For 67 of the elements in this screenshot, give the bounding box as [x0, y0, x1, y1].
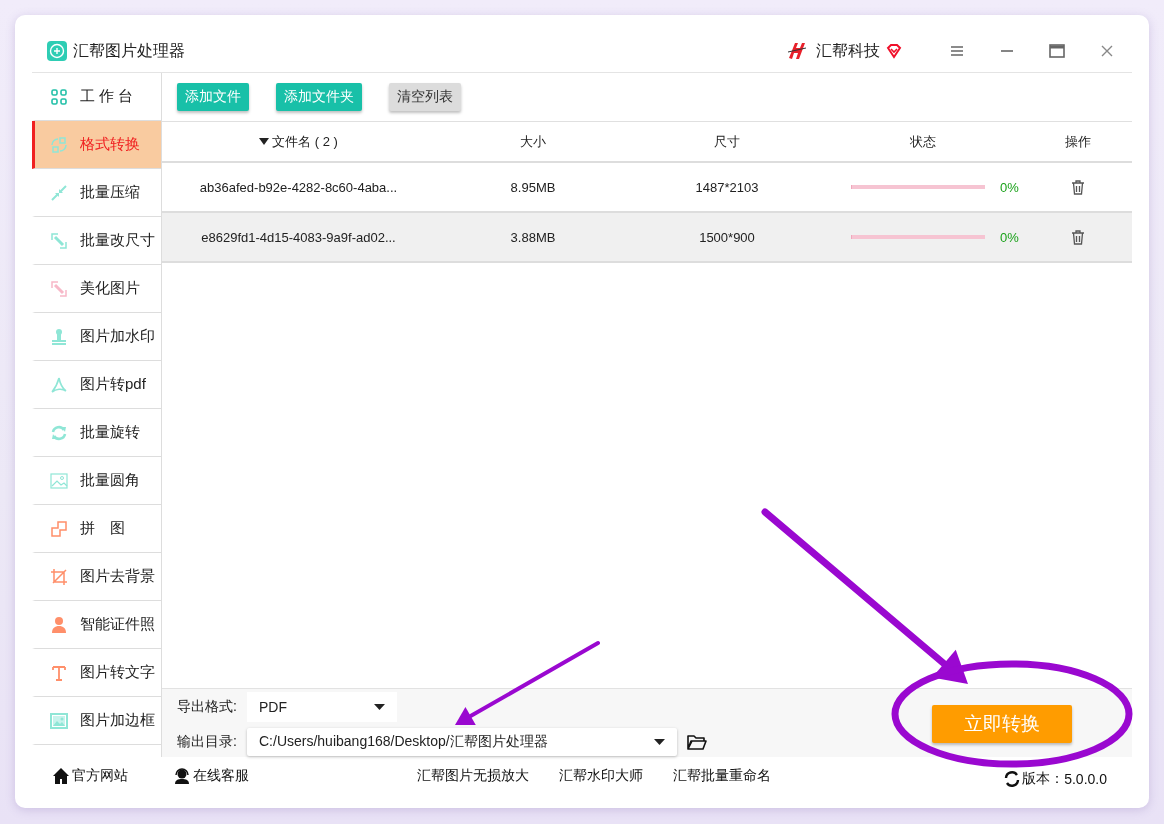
app-logo-icon: [47, 41, 67, 61]
column-header[interactable]: 状态: [910, 132, 936, 151]
dropdown-caret-icon: [374, 704, 385, 710]
table-cell: 8.95MB: [510, 179, 556, 195]
table-cell: e8629fd1-4d15-4083-9a9f-ad02...: [201, 229, 396, 245]
version-label: 版本：: [1022, 770, 1065, 788]
sidebar-item[interactable]: 美化图片: [32, 265, 161, 313]
brand-logo-icon: [786, 40, 808, 62]
person-icon: [50, 615, 68, 634]
sidebar-item[interactable]: 拼 图: [32, 505, 161, 553]
brand-name: 汇帮科技: [816, 40, 880, 61]
crop-icon: [50, 567, 68, 586]
column-header[interactable]: 大小: [520, 132, 546, 151]
table-cell: ab36afed-b92e-4282-8c60-4aba...: [199, 179, 398, 195]
sidebar-item[interactable]: 图片加水印: [32, 313, 161, 361]
home-icon: [52, 767, 70, 785]
progress-text: 0%: [1000, 179, 1019, 195]
window-title: 汇帮图片处理器: [73, 40, 185, 61]
sidebar-item[interactable]: 批量旋转: [32, 409, 161, 457]
sidebar-item[interactable]: 图片加边框: [32, 697, 161, 745]
sidebar-item[interactable]: 图片转文字: [32, 649, 161, 697]
column-header[interactable]: 操作: [1064, 132, 1091, 151]
sort-caret-icon: [259, 138, 270, 145]
headset-icon: [173, 767, 191, 785]
sidebar-item[interactable]: 批量压缩: [32, 169, 161, 217]
sidebar-item[interactable]: 图片去背景: [32, 553, 161, 601]
footer-link[interactable]: 汇帮图片无损放大: [417, 767, 529, 785]
trash-icon[interactable]: [1070, 230, 1085, 246]
clear-button[interactable]: 清空列表: [389, 83, 461, 111]
sidebar-item[interactable]: 批量圆角: [32, 457, 161, 505]
version-number: 5.0.0.0: [1064, 771, 1107, 787]
text-icon: [50, 663, 68, 682]
support-link[interactable]: 在线客服: [173, 767, 249, 785]
diamond-icon: [886, 43, 902, 59]
dropdown-caret-icon: [654, 739, 665, 745]
beautify-icon: [50, 279, 68, 298]
frame-icon: [50, 711, 68, 730]
convert-icon: [50, 135, 68, 154]
output-folder-dropdown[interactable]: C:/Users/huibang168/Desktop/汇帮图片处理器: [247, 728, 677, 756]
table-row[interactable]: e8629fd1-4d15-4083-9a9f-ad02... 3.88MB 1500*900 0%: [162, 213, 1132, 263]
refresh-icon[interactable]: [1004, 771, 1021, 787]
progress-text: 0%: [1000, 229, 1019, 245]
resize-icon: [50, 231, 68, 250]
rotate-icon: [50, 423, 68, 442]
compress-icon: [50, 183, 68, 202]
maximize-icon[interactable]: [1048, 42, 1066, 60]
trash-icon[interactable]: [1070, 180, 1085, 196]
folder-icon[interactable]: [687, 733, 707, 751]
grid-icon: [50, 87, 68, 106]
sidebar-item[interactable]: 智能证件照: [32, 601, 161, 649]
image-icon: [50, 471, 68, 490]
field-label: 导出格式:: [177, 698, 238, 716]
column-header[interactable]: 文件名 ( 2 ): [259, 132, 338, 151]
sidebar-item[interactable]: 图片转pdf: [32, 361, 161, 409]
website-link[interactable]: 官方网站: [52, 767, 128, 785]
footer-link[interactable]: 汇帮批量重命名: [673, 767, 771, 785]
pdf-icon: [50, 375, 68, 394]
stamp-icon: [50, 327, 68, 346]
table-cell: 1487*2103: [695, 179, 759, 195]
table-cell: 1500*900: [699, 229, 755, 245]
field-label: 输出目录:: [177, 733, 238, 751]
footer-link[interactable]: 汇帮水印大师: [559, 767, 643, 785]
puzzle-icon: [50, 519, 68, 538]
table-cell: 3.88MB: [510, 229, 556, 245]
format-dropdown[interactable]: PDF: [247, 692, 397, 722]
sidebar-item[interactable]: 批量改尺寸: [32, 217, 161, 265]
column-header[interactable]: 尺寸: [714, 132, 740, 151]
